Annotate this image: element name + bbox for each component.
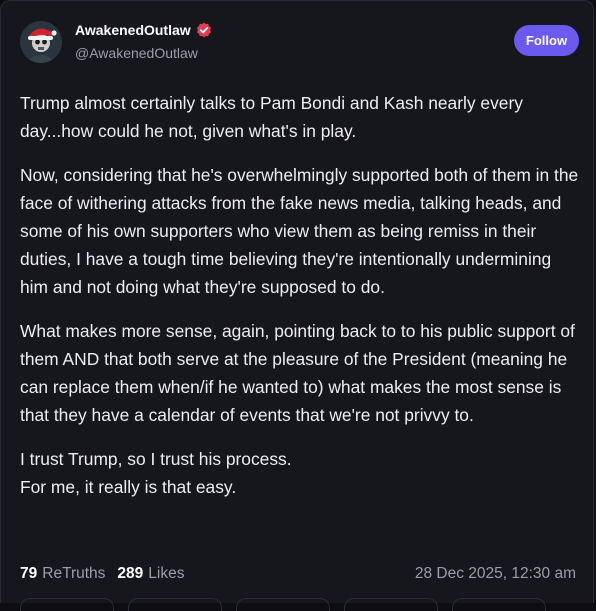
action-bar	[20, 598, 546, 611]
share-action[interactable]	[344, 598, 438, 611]
more-action[interactable]	[452, 598, 546, 611]
verified-badge-icon	[196, 22, 211, 38]
likes-label: Likes	[148, 565, 185, 582]
follow-button[interactable]: Follow	[514, 25, 579, 56]
retruths-count: 79	[20, 565, 38, 582]
post-card: AwakenedOutlaw @AwakenedOutlaw Follow Tr…	[0, 0, 594, 611]
retruths-stat[interactable]: 79 ReTruths	[20, 565, 105, 583]
author-name[interactable]: AwakenedOutlaw	[75, 22, 191, 38]
likes-stat[interactable]: 289 Likes	[117, 565, 184, 583]
likes-count: 289	[117, 565, 144, 582]
retruth-action[interactable]	[128, 598, 222, 611]
reply-action[interactable]	[20, 598, 114, 611]
author-handle[interactable]: @AwakenedOutlaw	[75, 45, 198, 61]
post-paragraph-4: I trust Trump, so I trust his process. F…	[20, 449, 292, 497]
post-stats: 79 ReTruths 289 Likes 28 Dec 2025, 12:30 a…	[20, 565, 576, 583]
post-body: Trump almost certainly talks to Pam Bond…	[20, 89, 580, 517]
post-timestamp[interactable]: 28 Dec 2025, 12:30 am	[415, 565, 576, 583]
like-action[interactable]	[236, 598, 330, 611]
post-paragraph-2: Now, considering that he's overwhelmingl…	[20, 165, 579, 297]
post-paragraph-3: What makes more sense, again, pointing b…	[20, 321, 575, 425]
retruths-label: ReTruths	[42, 565, 106, 582]
avatar[interactable]	[20, 21, 62, 63]
author-name-row: AwakenedOutlaw	[75, 22, 212, 38]
post-paragraph-1: Trump almost certainly talks to Pam Bond…	[20, 93, 523, 141]
